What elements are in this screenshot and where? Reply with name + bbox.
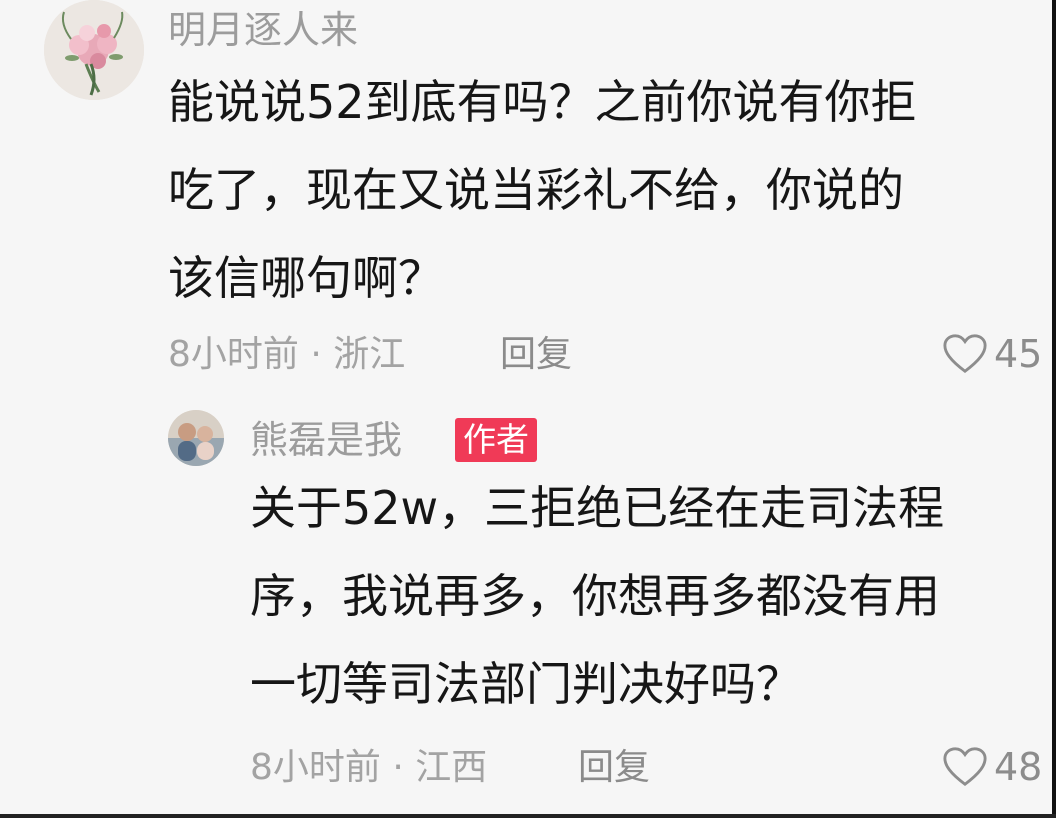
comment-content: 能说说52到底有吗？之前你说有你拒 吃了，现在又说当彩礼不给，你说的 该信哪句啊… (168, 58, 1052, 322)
author-username[interactable]: 熊磊是我 (250, 418, 402, 462)
heart-icon (943, 747, 987, 787)
comment-thread-screen: 明月逐人来 能说说52到底有吗？之前你说有你拒 吃了，现在又说当彩礼不给，你说的… (0, 0, 1056, 818)
user-avatar[interactable] (44, 0, 144, 100)
screen-bottom-edge (0, 814, 1056, 818)
screen-edge (1052, 0, 1056, 818)
comment-line: 能说说52到底有吗？之前你说有你拒 (168, 75, 917, 129)
flower-bouquet-icon (44, 0, 144, 100)
like-count: 48 (994, 745, 1043, 789)
comment-line: 关于52w，三拒绝已经在走司法程 (250, 481, 945, 535)
reply-button[interactable]: 回复 (500, 333, 572, 377)
comment-line: 该信哪句啊？ (168, 251, 444, 305)
couple-photo-icon (168, 410, 224, 466)
comment-line: 一切等司法部门判决好吗？ (250, 657, 802, 711)
like-button[interactable]: 48 (942, 743, 1042, 791)
comment-meta: 8小时前 · 江西 (250, 747, 488, 788)
like-count: 45 (994, 332, 1043, 376)
comment-line: 序，我说再多，你想再多都没有用 (250, 569, 940, 623)
author-badge: 作者 (455, 418, 537, 462)
author-avatar[interactable] (168, 410, 224, 466)
reply-button[interactable]: 回复 (578, 746, 650, 790)
comment-meta: 8小时前 · 浙江 (168, 334, 406, 375)
like-button[interactable]: 45 (942, 330, 1042, 378)
heart-icon (943, 334, 987, 374)
username[interactable]: 明月逐人来 (168, 8, 358, 52)
reply-content: 关于52w，三拒绝已经在走司法程 序，我说再多，你想再多都没有用 一切等司法部门… (250, 464, 1052, 728)
comment-line: 吃了，现在又说当彩礼不给，你说的 (168, 163, 904, 217)
